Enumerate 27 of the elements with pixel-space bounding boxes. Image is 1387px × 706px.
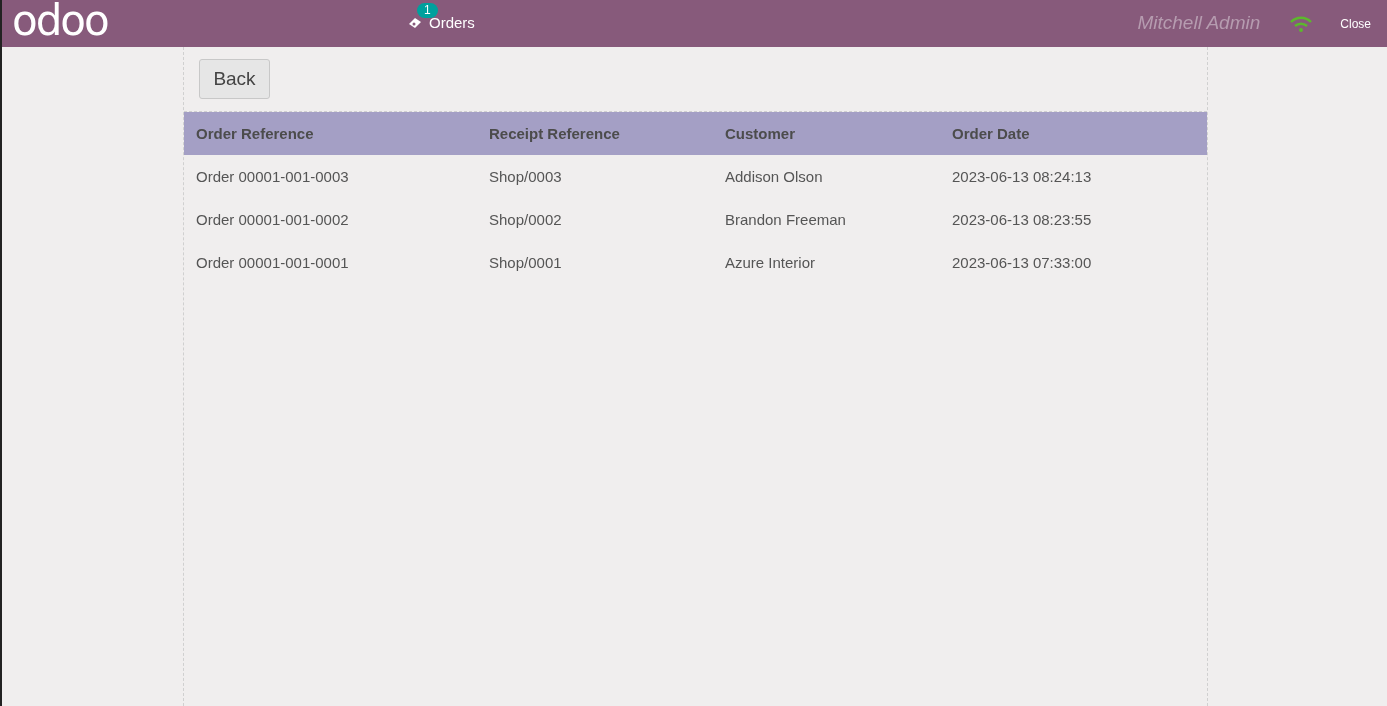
table-cell: 2023-06-13 08:24:13 bbox=[952, 167, 1092, 185]
close-button[interactable]: Close bbox=[1340, 14, 1371, 33]
column-header: Receipt Reference bbox=[489, 124, 620, 142]
table-cell: Order 00001-001-0003 bbox=[196, 167, 349, 185]
column-header: Order Date bbox=[952, 124, 1030, 142]
table-cell: Azure Interior bbox=[725, 253, 816, 271]
orders-button[interactable]: 1 Orders bbox=[407, 3, 475, 35]
order-row[interactable]: Order 00001-001-0001 Shop/0001 Azure Interior 2023-06-13 07:33:00 bbox=[184, 241, 1207, 284]
table-cell: Addison Olson bbox=[725, 167, 823, 185]
order-row[interactable]: Order 00001-001-0003 Shop/0003 Addison Olson 2023-06-13 08:24:13 bbox=[184, 155, 1207, 198]
order-row[interactable]: Order 00001-001-0002 Shop/0002 Brandon Freeman 2023-06-13 08:23:55 bbox=[184, 198, 1207, 241]
logo: odoo bbox=[12, 0, 109, 42]
table-cell: Brandon Freeman bbox=[725, 210, 846, 228]
column-header: Customer bbox=[725, 124, 795, 142]
table-cell: Shop/0002 bbox=[489, 210, 562, 228]
user-name: Mitchell Admin bbox=[1137, 11, 1261, 36]
column-header: Order Reference bbox=[196, 124, 314, 142]
back-button[interactable]: Back bbox=[199, 59, 270, 99]
ticket-icon bbox=[407, 16, 423, 31]
table-cell: Shop/0001 bbox=[489, 253, 562, 271]
table-cell: Shop/0003 bbox=[489, 167, 562, 185]
order-count-badge: 1 bbox=[417, 3, 438, 19]
table-cell: Order 00001-001-0001 bbox=[196, 253, 349, 271]
table-cell: 2023-06-13 08:23:55 bbox=[952, 210, 1092, 228]
wifi-icon bbox=[1290, 15, 1313, 32]
table-cell: Order 00001-001-0002 bbox=[196, 210, 349, 228]
table-cell: 2023-06-13 07:33:00 bbox=[952, 253, 1092, 271]
